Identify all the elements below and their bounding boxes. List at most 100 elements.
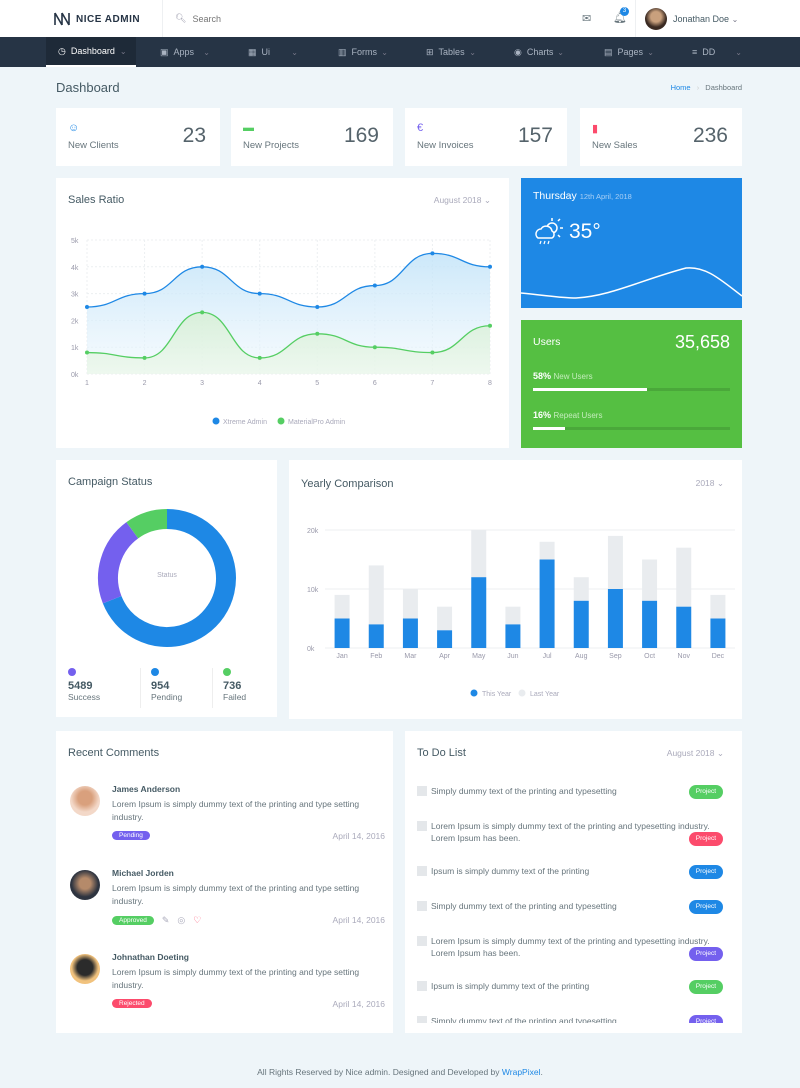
bar-this-year: [676, 606, 692, 648]
bar-this-year: [471, 577, 487, 648]
weather-card: Thursday 12th April, 2018 35°: [521, 178, 742, 308]
campaign-value: 954: [151, 680, 170, 692]
page-title: Dashboard: [56, 80, 120, 95]
todo-text: Lorem Ipsum is simply dummy text of the …: [431, 821, 710, 843]
todo-checkbox[interactable]: [417, 981, 427, 991]
x-tick-label: Aug: [575, 653, 588, 660]
smile-icon: ☺: [68, 122, 80, 134]
comment-author: James Anderson: [112, 784, 181, 794]
avatar[interactable]: [645, 8, 667, 30]
nav-item-dashboard[interactable]: ◷ Dashboard ⌄: [46, 37, 136, 67]
bar-this-year: [607, 589, 623, 648]
footer-link[interactable]: WrapPixel: [502, 1067, 541, 1077]
comment-text: Lorem Ipsum is simply dummy text of the …: [112, 799, 360, 822]
temperature: 35°: [569, 220, 601, 243]
project-badge: Project: [688, 785, 723, 799]
bar-last-year: [573, 577, 589, 601]
bar-chart-icon: ▮: [592, 123, 599, 135]
heart-icon[interactable]: ♡: [193, 915, 201, 926]
brand-name: NICE ADMIN: [76, 13, 141, 25]
search-box[interactable]: 🔍︎: [162, 0, 343, 37]
data-point: [315, 305, 320, 309]
chevron-down-icon: ⌄: [291, 47, 298, 57]
avatar: [70, 870, 100, 900]
breadcrumb-home[interactable]: Home: [671, 83, 691, 92]
todo-item: Simply dummy text of the printing and ty…: [417, 900, 735, 914]
todo-checkbox[interactable]: [417, 786, 427, 796]
comment-date: April 14, 2016: [332, 831, 385, 841]
top-header: NICE ADMIN 🔍︎ ✉ 🔔︎ 3 Jonathan Doe ⌄: [0, 0, 800, 37]
user-menu[interactable]: Jonathan Doe ⌄: [673, 14, 738, 24]
mail-icon[interactable]: ✉: [582, 12, 591, 25]
todo-text: Simply dummy text of the printing and ty…: [431, 901, 617, 911]
x-tick-label: Nov: [678, 653, 691, 660]
bar-this-year: [402, 618, 418, 648]
comment-author: Johnathan Doeting: [112, 952, 189, 962]
logo-icon: [54, 12, 70, 26]
repeat-users-progress: [533, 427, 730, 430]
legend-label: Xtreme Admin: [223, 419, 267, 426]
todo-checkbox[interactable]: [417, 866, 427, 876]
bar-last-year: [471, 530, 487, 578]
todo-checkbox[interactable]: [417, 821, 427, 831]
search-icon: 🔍︎: [175, 13, 187, 23]
todo-checkbox[interactable]: [417, 901, 427, 911]
y-tick-label: 20k: [307, 528, 319, 535]
stat-label: New Clients: [68, 140, 119, 151]
legend-label: This Year: [482, 691, 512, 698]
nav-item-tables[interactable]: ⊞ Tables ⌄: [414, 37, 484, 67]
x-tick-label: Sep: [609, 653, 622, 660]
todo-checkbox[interactable]: [417, 936, 427, 946]
x-tick-label: 4: [258, 380, 262, 387]
bar-this-year: [539, 559, 555, 648]
todo-checkbox[interactable]: [417, 1016, 427, 1023]
avatar: [70, 786, 100, 816]
donut-slice-failed: [126, 509, 168, 539]
nav-label: Charts: [526, 47, 554, 57]
chevron-down-icon: ⌄: [381, 47, 388, 57]
stat-label: New Sales: [592, 140, 638, 151]
new-users-label: New Users: [553, 372, 593, 381]
brand-logo[interactable]: NICE ADMIN: [54, 12, 140, 26]
dot-icon: [151, 668, 159, 676]
bar-this-year: [334, 618, 350, 648]
campaign-stat-failed: 736 Failed: [212, 668, 282, 708]
campaign-value: 736: [223, 680, 242, 692]
chevron-down-icon: ⌄: [119, 46, 127, 56]
y-tick-label: 1k: [71, 345, 79, 352]
data-point: [200, 264, 205, 269]
nav-label: Apps: [173, 47, 195, 57]
search-input[interactable]: [192, 13, 343, 24]
stat-card-new-projects: ▬ New Projects 169: [231, 108, 393, 166]
data-point: [85, 305, 89, 309]
data-point: [372, 345, 377, 350]
nav-label: Dashboard: [70, 46, 115, 56]
nav-item-dd[interactable]: ≡ DD ⌄: [680, 37, 750, 67]
nav-item-apps[interactable]: ▣ Apps ⌄: [148, 37, 218, 67]
todo-list-card: To Do List August 2018 ⌄ Simply dummy te…: [405, 731, 742, 1033]
stat-card-new-clients: ☺ New Clients 23: [56, 108, 220, 166]
nav-item-ui[interactable]: ▦ Ui ⌄: [236, 37, 306, 67]
data-point: [200, 310, 205, 315]
nav-item-pages[interactable]: ▤ Pages ⌄: [592, 37, 662, 67]
data-point: [488, 264, 492, 269]
legend-marker: [470, 689, 478, 697]
nav-item-forms[interactable]: ▥ Forms ⌄: [326, 37, 396, 67]
ui-icon: ▦: [248, 46, 257, 57]
cloud-sun-rain-icon: [535, 218, 563, 245]
bar-last-year: [710, 594, 726, 619]
x-tick-label: Apr: [439, 653, 451, 660]
card-title: Campaign Status: [68, 476, 153, 488]
check-circle-icon[interactable]: ◎: [177, 915, 185, 926]
footer: All Rights Reserved by Nice admin. Desig…: [257, 1067, 543, 1077]
edit-icon[interactable]: ✎: [162, 915, 170, 926]
chevron-down-icon: ⌄: [731, 15, 739, 24]
x-tick-label: 1: [85, 380, 89, 387]
data-point: [142, 291, 147, 296]
legend-marker: [277, 417, 285, 425]
nav-item-charts[interactable]: ◉ Charts ⌄: [502, 37, 572, 67]
nav-label: Ui: [261, 47, 271, 57]
comment-text: Lorem Ipsum is simply dummy text of the …: [112, 967, 360, 990]
y-tick-label: 4k: [71, 265, 79, 272]
new-users-progress: [533, 388, 730, 391]
